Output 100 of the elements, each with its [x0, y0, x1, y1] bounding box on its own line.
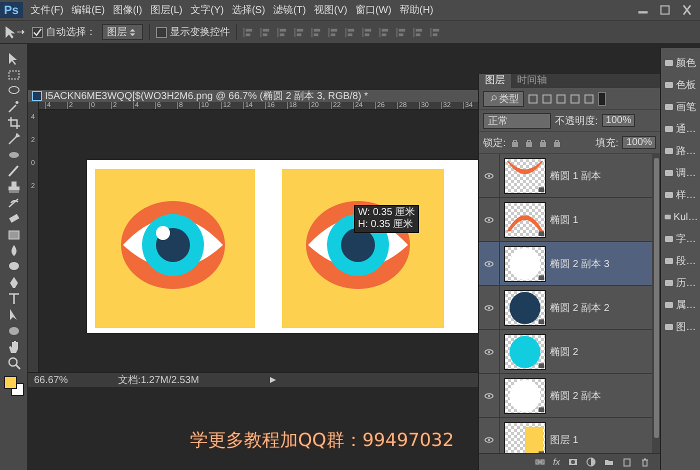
menu-item[interactable]: 窗口(W)	[355, 3, 392, 17]
visibility-eye-icon[interactable]	[484, 436, 494, 442]
dock-panel-button[interactable]: 样…	[664, 186, 698, 204]
panel-icon[interactable]	[664, 212, 672, 222]
panel-icon[interactable]	[664, 58, 674, 68]
panel-tab[interactable]: 图层	[479, 74, 511, 88]
menu-item[interactable]: 文字(Y)	[190, 3, 224, 17]
filter-dropdown[interactable]: 类型	[483, 90, 524, 106]
align-icon[interactable]	[294, 26, 305, 38]
menu-item[interactable]: 视图(V)	[314, 3, 348, 17]
layer-row[interactable]: 椭圆 2 副本 2	[479, 286, 652, 330]
align-icon[interactable]	[396, 26, 407, 38]
brush-tool-icon[interactable]	[6, 164, 20, 178]
panel-icon[interactable]	[664, 80, 674, 90]
lock-option-icon[interactable]	[524, 138, 534, 148]
play-icon[interactable]	[269, 376, 278, 384]
dock-panel-button[interactable]: 路…	[664, 142, 698, 160]
search-icon	[490, 94, 497, 104]
dock-panel-button[interactable]: 色板	[664, 76, 698, 94]
panel-icon[interactable]	[664, 146, 674, 156]
crop-tool-icon[interactable]	[6, 116, 20, 130]
adjustment-icon[interactable]	[586, 457, 596, 467]
panel-tab[interactable]: 时间轴	[511, 74, 553, 88]
align-icon[interactable]	[413, 26, 424, 38]
eyedropper-tool-icon[interactable]	[6, 132, 20, 146]
align-icon[interactable]	[379, 26, 390, 38]
panel-icon[interactable]	[664, 300, 674, 310]
align-icon[interactable]	[277, 26, 288, 38]
panel-icon[interactable]	[664, 190, 674, 200]
mask-icon[interactable]	[568, 457, 578, 467]
dock-panel-button[interactable]: 图…	[664, 318, 698, 336]
panel-icon[interactable]	[664, 234, 674, 244]
dock-panel-button[interactable]: 属…	[664, 296, 698, 314]
app-logo[interactable]: Ps	[0, 2, 23, 18]
dock-panel-button[interactable]: 历…	[664, 274, 698, 292]
zoom-tool-icon[interactable]	[6, 356, 20, 370]
layer-row[interactable]: 椭圆 1 副本	[479, 154, 652, 198]
maximize-icon[interactable]	[658, 4, 672, 16]
lock-option-icon[interactable]	[552, 138, 562, 148]
menu-item[interactable]: 帮助(H)	[399, 3, 434, 17]
panel-icon[interactable]	[664, 278, 674, 288]
align-icon[interactable]	[243, 26, 254, 38]
align-icon[interactable]	[328, 26, 339, 38]
dock-panel-button[interactable]: 段…	[664, 252, 698, 270]
dock-panel-button[interactable]: 通…	[664, 120, 698, 138]
align-icon[interactable]	[430, 26, 441, 38]
close-icon[interactable]	[680, 4, 694, 16]
visibility-eye-icon[interactable]	[484, 392, 494, 398]
trash-icon[interactable]	[640, 457, 650, 467]
dock-panel-button[interactable]: 画笔	[664, 98, 698, 116]
fx-button[interactable]: fx	[552, 457, 560, 467]
menu-item[interactable]: 图像(I)	[112, 3, 142, 17]
visibility-eye-icon[interactable]	[484, 304, 494, 310]
filter-toggle[interactable]	[598, 92, 606, 106]
visibility-eye-icon[interactable]	[484, 172, 494, 178]
menu-item[interactable]: 编辑(E)	[71, 3, 105, 17]
visibility-eye-icon[interactable]	[484, 216, 494, 222]
menu-item[interactable]: 选择(S)	[232, 3, 266, 17]
stamp-tool-icon[interactable]	[6, 180, 20, 194]
align-icon[interactable]	[311, 26, 322, 38]
layer-target-dropdown[interactable]: 图层	[102, 24, 143, 40]
link-icon[interactable]	[534, 457, 545, 467]
fill-field[interactable]: 100%	[622, 136, 656, 149]
align-icon[interactable]	[362, 26, 373, 38]
panel-icon[interactable]	[664, 168, 674, 178]
menu-item[interactable]: 图层(L)	[150, 3, 182, 17]
visibility-eye-icon[interactable]	[484, 260, 494, 266]
panel-icon[interactable]	[664, 102, 674, 112]
blend-mode-dropdown[interactable]: 正常	[483, 112, 551, 128]
align-icon[interactable]	[260, 26, 271, 38]
panel-icon[interactable]	[664, 322, 674, 332]
move-tool-icon[interactable]	[4, 25, 26, 39]
marquee-tool-icon[interactable]	[6, 68, 20, 82]
dock-panel-button[interactable]: 字…	[664, 230, 698, 248]
checkbox[interactable]	[156, 26, 167, 38]
color-swatches[interactable]	[4, 376, 24, 396]
align-icon[interactable]	[345, 26, 356, 38]
layer-row[interactable]: 椭圆 2 副本	[479, 374, 652, 418]
wand-tool-icon[interactable]	[6, 100, 20, 114]
subtitle-caption: 学更多教程加QQ群：99497032	[190, 429, 454, 452]
lock-option-icon[interactable]	[538, 138, 548, 148]
new-layer-icon[interactable]	[622, 457, 632, 467]
menu-item[interactable]: 文件(F)	[30, 3, 64, 17]
layer-row[interactable]: 椭圆 2	[479, 330, 652, 374]
fill-label: 填充:	[596, 136, 618, 150]
panel-icon[interactable]	[664, 124, 674, 134]
zoom-level[interactable]: 66.67%	[34, 374, 68, 386]
menu-item[interactable]: 滤镜(T)	[273, 3, 306, 17]
dock-panel-button[interactable]: Kul…	[664, 208, 698, 226]
lock-option-icon[interactable]	[510, 138, 520, 148]
folder-icon[interactable]	[604, 457, 614, 467]
layer-row[interactable]: 椭圆 2 副本 3	[479, 242, 652, 286]
hand-tool-icon[interactable]	[6, 340, 20, 354]
opacity-field[interactable]: 100%	[602, 114, 636, 127]
checkbox[interactable]	[32, 26, 43, 38]
panel-icon[interactable]	[664, 256, 674, 266]
dock-panel-button[interactable]: 调…	[664, 164, 698, 182]
type-tool-icon[interactable]	[6, 292, 20, 306]
visibility-eye-icon[interactable]	[484, 348, 494, 354]
dock-panel-button[interactable]: 颜色	[664, 54, 698, 72]
